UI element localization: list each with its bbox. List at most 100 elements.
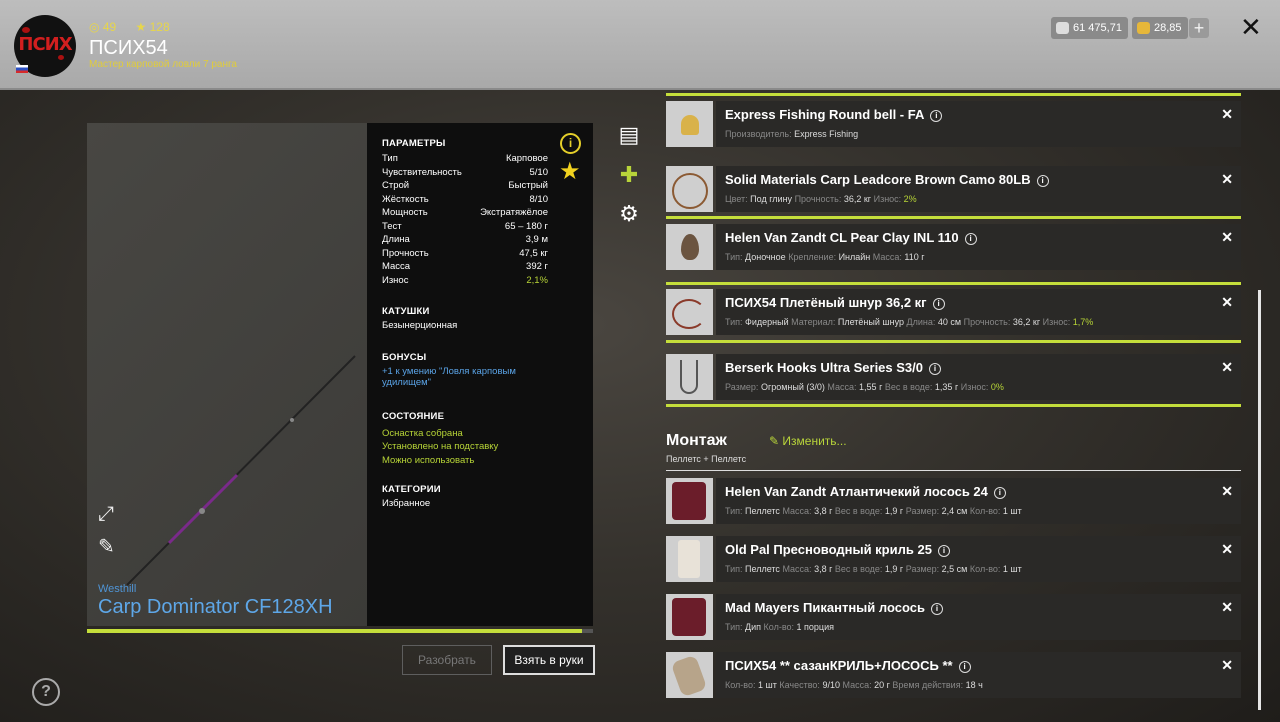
param-row: Тест 65 – 180 г: [382, 220, 548, 234]
help-icon[interactable]: ?: [32, 678, 60, 706]
rod-wear-progress: [87, 629, 593, 633]
info-icon[interactable]: i: [937, 545, 950, 557]
info-icon[interactable]: i: [560, 133, 581, 154]
param-row: Масса 392 г: [382, 260, 548, 274]
item-thumbnail: [666, 354, 713, 400]
list-item[interactable]: Express Fishing Round bell - FA i Производ…: [666, 101, 1241, 147]
progress-fill: [87, 629, 583, 633]
edit-label: Изменить...: [782, 434, 847, 448]
player-stats: ◎ 49 ★ 128: [89, 20, 186, 34]
state-assembled: Оснастка собрана: [382, 427, 463, 439]
remove-icon[interactable]: ✕: [1221, 359, 1233, 376]
bonus-title: БОНУСЫ: [382, 352, 427, 363]
remove-icon[interactable]: ✕: [1221, 106, 1233, 123]
remove-icon[interactable]: ✕: [1221, 483, 1233, 500]
param-key: Прочность: [382, 247, 429, 259]
info-icon[interactable]: i: [958, 661, 971, 673]
param-key: Масса: [382, 261, 411, 272]
info-icon[interactable]: i: [1036, 175, 1049, 187]
item-body: Mad Mayers Пикантный лосось i Тип: Дип Кол…: [716, 594, 1241, 640]
param-key: Тип: [382, 153, 398, 164]
list-item[interactable]: Helen Van Zandt CL Pear Clay INL 110 i Тип…: [666, 224, 1241, 270]
item-thumbnail: [666, 289, 713, 335]
remove-icon[interactable]: ✕: [1221, 294, 1233, 311]
remove-icon[interactable]: ✕: [1221, 541, 1233, 558]
list-item[interactable]: Old Pal Пресноводный криль 25 i Тип: Пелле…: [666, 536, 1241, 582]
param-key: Тест: [382, 220, 402, 232]
param-row: Строй Быстрый: [382, 179, 548, 193]
stars-value: 128: [149, 20, 170, 34]
bonus-section: БОНУСЫ +1 к умению "Ловля карповым удили…: [382, 352, 516, 388]
favorite-star-icon[interactable]: ★: [559, 160, 581, 184]
level-icon: ◎ 49: [89, 20, 117, 34]
item-details: Тип: Фидерный Материал: Плетёный шнур Дл…: [725, 317, 1094, 327]
info-icon[interactable]: i: [930, 110, 943, 122]
level-value: 49: [102, 20, 117, 34]
item-thumbnail: [666, 478, 713, 524]
remove-icon[interactable]: ✕: [1221, 657, 1233, 674]
param-value: Быстрый: [508, 180, 548, 191]
state-usable: Можно использовать: [382, 454, 475, 466]
item-details: Тип: Дип Кол-во: 1 порция: [725, 622, 834, 632]
item-thumbnail: [666, 101, 713, 147]
item-details: Производитель: Express Fishing: [725, 129, 859, 139]
puzzle-icon[interactable]: ✚: [616, 162, 642, 188]
state-on-stand: Установлено на подставку: [382, 441, 499, 452]
item-details: Размер: Огромный (3/0) Масса: 1,55 г Вес…: [725, 382, 1004, 392]
silver-balance: 61 475,71: [1051, 17, 1128, 39]
list-item[interactable]: ПСИХ54 Плетёный шнур 36,2 кг i Тип: Фидерн…: [666, 289, 1241, 335]
rod-stats-panel: i ★ ПАРАМЕТРЫ Тип Карповое Чувствительност…: [367, 123, 593, 626]
document-icon[interactable]: ▤: [616, 122, 642, 148]
take-in-hands-button[interactable]: Взять в руки: [503, 645, 595, 675]
param-value: 8/10: [529, 193, 549, 205]
item-details: Кол-во: 1 шт Качество: 9/10 Масса: 20 г …: [725, 680, 983, 690]
info-icon[interactable]: i: [932, 298, 945, 310]
list-item[interactable]: Berserk Hooks Ultra Series S3/0 i Размер: …: [666, 354, 1241, 400]
rod-brand: Westhill: [98, 583, 137, 595]
item-body: Old Pal Пресноводный криль 25 i Тип: Пелле…: [716, 536, 1241, 582]
add-gold-button[interactable]: +: [1189, 18, 1209, 38]
item-details: Тип: Пеллетс Масса: 3,8 г Вес в воде: 1,…: [725, 506, 1022, 516]
scrollbar[interactable]: [1258, 290, 1261, 710]
list-item[interactable]: Helen Van Zandt Атлантичекий лосось 24 i Т…: [666, 478, 1241, 524]
list-item[interactable]: Mad Mayers Пикантный лосось i Тип: Дип Кол…: [666, 594, 1241, 640]
reels-value: Безынерционная: [382, 320, 458, 331]
param-key: Жёсткость: [382, 193, 429, 205]
remove-icon[interactable]: ✕: [1221, 171, 1233, 188]
bonus-line-2: удилищем": [382, 377, 432, 388]
gold-value: 28,85: [1154, 22, 1182, 34]
star-icon: ★ 128: [135, 20, 170, 34]
info-icon[interactable]: i: [993, 487, 1006, 499]
username: ПСИХ54: [89, 37, 168, 59]
montage-title: Монтаж: [666, 432, 727, 449]
item-name: Old Pal Пресноводный криль 25 i: [725, 542, 950, 557]
param-key: Чувствительность: [382, 166, 462, 178]
remove-icon[interactable]: ✕: [1221, 229, 1233, 246]
info-icon[interactable]: i: [964, 233, 977, 245]
info-icon[interactable]: i: [929, 363, 941, 375]
item-thumbnail: [666, 652, 713, 698]
item-body: Express Fishing Round bell - FA i Производ…: [716, 101, 1241, 147]
param-value: Экстратяжёлое: [480, 207, 548, 218]
item-thumbnail: [666, 166, 713, 212]
param-row: Прочность 47,5 кг: [382, 247, 548, 261]
close-icon[interactable]: ✕: [1240, 15, 1262, 41]
remove-icon[interactable]: ✕: [1221, 599, 1233, 616]
disassemble-button[interactable]: Разобрать: [402, 645, 492, 675]
params-section: ПАРАМЕТРЫ Тип Карповое Чувствительность 5/1…: [382, 138, 548, 287]
list-item[interactable]: Solid Materials Carp Leadcore Brown Camo…: [666, 166, 1241, 212]
rename-pencil-icon[interactable]: ✎: [98, 534, 115, 559]
list-item[interactable]: ПСИХ54 ** сазанКРИЛЬ+ЛОСОСЬ ** i Кол-во: 1…: [666, 652, 1241, 698]
expand-icon[interactable]: ⤢: [98, 503, 114, 526]
params-title: ПАРАМЕТРЫ: [382, 138, 446, 149]
player-rank: Мастер карповой ловли 7 ранга: [89, 59, 237, 70]
silver-value: 61 475,71: [1073, 22, 1122, 34]
state-section: СОСТОЯНИЕ Оснастка собрана Установлено н…: [382, 410, 498, 467]
montage-edit-button[interactable]: ✎ Изменить...: [769, 434, 847, 448]
info-icon[interactable]: i: [930, 603, 943, 615]
param-value: 47,5 кг: [519, 247, 548, 259]
reels-title: КАТУШКИ: [382, 306, 430, 317]
category-section: КАТЕГОРИИ Избранное: [382, 484, 441, 509]
divider-line: [666, 216, 1241, 219]
gear-icon[interactable]: ⚙: [616, 201, 642, 227]
